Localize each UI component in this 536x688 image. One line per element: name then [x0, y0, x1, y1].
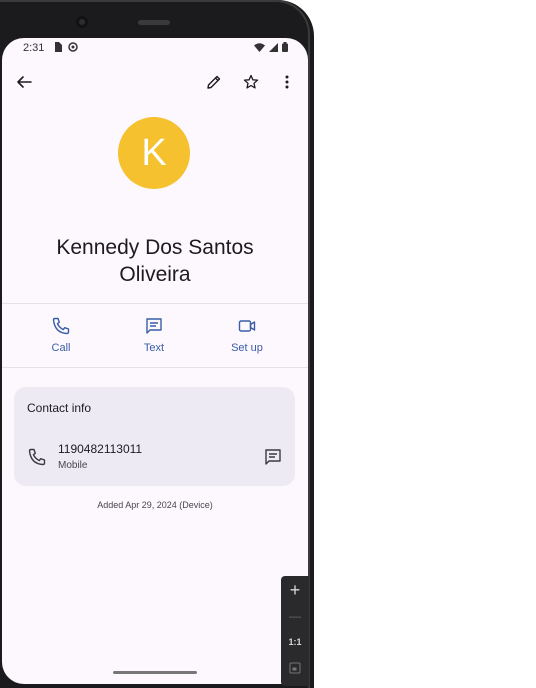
setup-label: Set up [231, 342, 263, 354]
divider-top [2, 303, 308, 304]
video-icon [238, 320, 256, 332]
status-time: 2:31 [23, 42, 45, 54]
earpiece-speaker [138, 20, 170, 25]
message-icon [146, 318, 162, 334]
star-outline-icon [243, 74, 259, 89]
arrow-back-icon [17, 76, 32, 88]
fit-screen-icon [289, 662, 301, 674]
status-notification-icons [54, 42, 78, 52]
contact-avatar: K [118, 117, 190, 189]
message-icon [265, 449, 281, 465]
avatar-initial: K [141, 131, 167, 174]
zoom-fit-button[interactable] [281, 656, 309, 680]
back-button[interactable] [10, 68, 38, 96]
more-options-button[interactable] [273, 68, 301, 96]
signal-icon [269, 42, 278, 52]
favorite-button[interactable] [237, 68, 265, 96]
phone-screen: 2:31 K Kennedy Dos Santos Oliveira Call … [2, 38, 308, 684]
divider-bottom [2, 367, 308, 368]
text-label: Text [143, 342, 165, 354]
added-date-text: Added Apr 29, 2024 (Device) [97, 500, 213, 510]
text-action-button[interactable]: Text [114, 316, 194, 354]
contact-name: Kennedy Dos Santos Oliveira [56, 236, 254, 286]
contact-info-card: Contact info 1190482113011 Mobile [14, 387, 295, 486]
status-bar: 2:31 [2, 38, 308, 58]
call-label: Call [51, 342, 71, 354]
phone-row-call-button[interactable] [27, 447, 47, 467]
video-setup-action-button[interactable]: Set up [207, 316, 287, 354]
zoom-out-button[interactable]: — [281, 604, 309, 628]
sim-card-icon [55, 42, 62, 52]
phone-icon [28, 448, 46, 466]
more-vert-icon [285, 75, 289, 89]
pencil-icon [207, 75, 221, 89]
front-camera [76, 16, 88, 28]
status-system-icons [254, 42, 288, 52]
sync-icon [68, 42, 78, 52]
wifi-icon [254, 42, 265, 52]
battery-icon [282, 42, 288, 52]
emulator-zoom-panel: + — 1:1 [281, 576, 309, 686]
contact-info-title: Contact info [27, 401, 92, 415]
device-frame: 2:31 K Kennedy Dos Santos Oliveira Call … [0, 0, 314, 688]
zoom-ratio-button[interactable]: 1:1 [281, 630, 309, 654]
home-indicator[interactable] [113, 671, 197, 674]
phone-icon [52, 317, 70, 335]
phone-number[interactable]: 1190482113011 [58, 442, 142, 456]
phone-row-message-button[interactable] [263, 447, 283, 467]
phone-type: Mobile [58, 460, 88, 471]
call-action-button[interactable]: Call [21, 316, 101, 354]
edit-button[interactable] [200, 68, 228, 96]
zoom-in-button[interactable]: + [281, 578, 309, 602]
